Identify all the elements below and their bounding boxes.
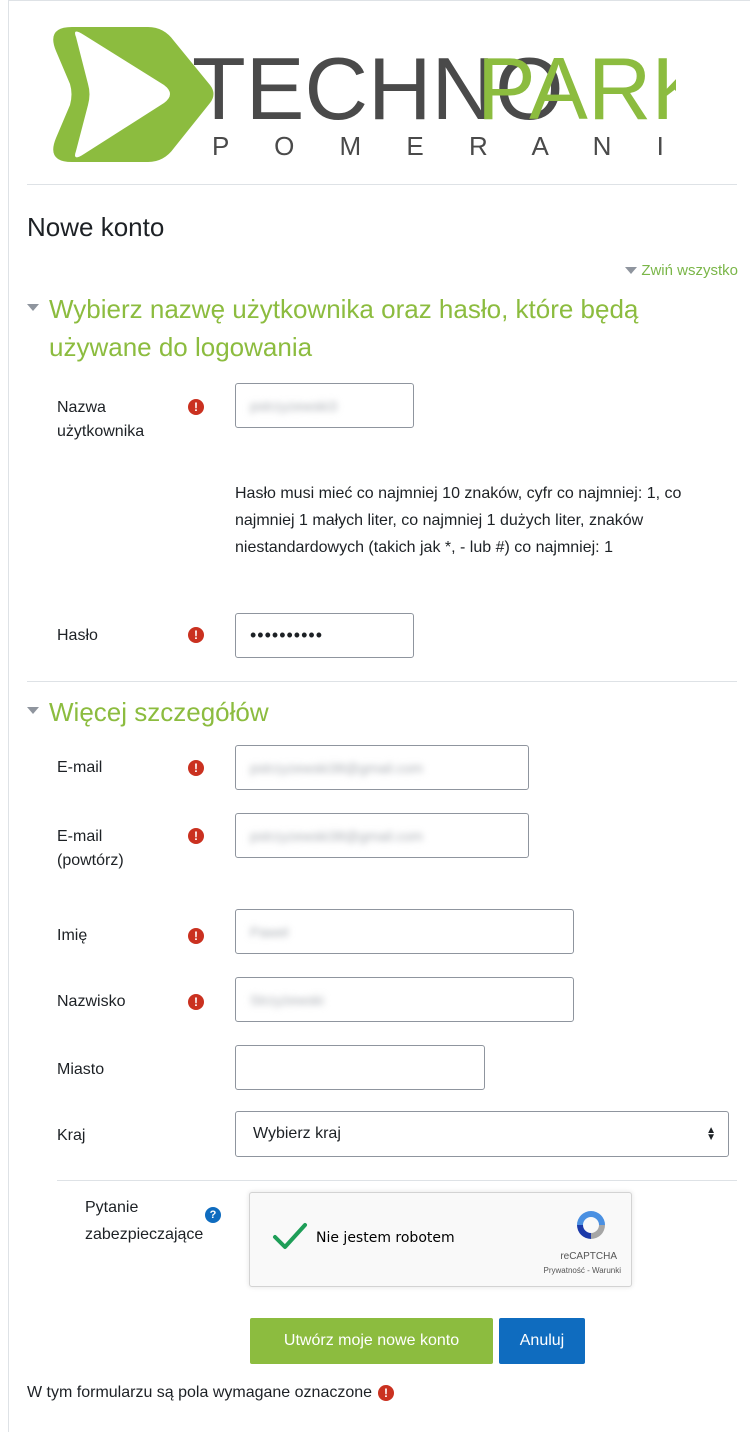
- email-repeat-label: E-mail (powtórz): [57, 828, 124, 869]
- firstname-value: Paweł: [250, 923, 289, 940]
- email-value: pstrzyzewski38@gmail.com: [250, 759, 423, 776]
- password-input[interactable]: ••••••••••: [235, 613, 414, 658]
- country-label: Kraj: [57, 1127, 86, 1144]
- recaptcha-widget: Nie jestem robotem reCAPTCHA Prywatność …: [249, 1192, 632, 1287]
- username-label: Nazwa użytkownika: [57, 399, 145, 440]
- page-title: Nowe konto: [27, 212, 165, 242]
- section-divider: [27, 681, 737, 682]
- email-label: E-mail: [57, 759, 103, 776]
- create-account-button[interactable]: Utwórz moje nowe konto: [250, 1318, 493, 1364]
- username-input[interactable]: pstrzyzewski3: [235, 383, 414, 428]
- country-select[interactable]: Wybierz kraj ▲ ▼: [235, 1111, 729, 1157]
- email-repeat-input[interactable]: pstrzyzewski38@gmail.com: [235, 813, 529, 858]
- section-divider: [57, 1180, 737, 1181]
- section-title-details: Więcej szczegółów: [49, 697, 269, 727]
- required-icon: !: [188, 928, 204, 944]
- recaptcha-checkbox[interactable]: [272, 1221, 308, 1251]
- footnote-text: W tym formularzu są pola wymagane oznacz…: [27, 1384, 373, 1401]
- city-label: Miasto: [57, 1061, 105, 1078]
- technopark-logo: TECHNO PARK P O M E R A N I A: [53, 27, 676, 162]
- help-icon[interactable]: ?: [205, 1207, 221, 1223]
- caret-down-icon: [625, 267, 638, 274]
- required-icon: !: [188, 994, 204, 1010]
- collapse-all-label: Zwiń wszystko: [641, 262, 738, 279]
- required-icon: !: [188, 828, 204, 844]
- caret-down-icon: [27, 304, 39, 311]
- email-repeat-value: pstrzyzewski38@gmail.com: [250, 827, 423, 844]
- country-selected-value: Wybierz kraj: [253, 1125, 341, 1142]
- required-icon: !: [378, 1385, 395, 1401]
- recaptcha-label: Nie jestem robotem: [316, 1230, 455, 1246]
- lastname-input[interactable]: Strzyżewski: [235, 977, 574, 1022]
- password-value: ••••••••••: [250, 625, 324, 645]
- header-divider: [27, 184, 737, 185]
- lastname-value: Strzyżewski: [250, 991, 324, 1008]
- password-label: Hasło: [57, 627, 98, 644]
- section-toggle-login[interactable]: Wybierz nazwę użytkownika oraz hasło, kt…: [27, 290, 727, 366]
- email-input[interactable]: pstrzyzewski38@gmail.com: [235, 745, 529, 790]
- required-footnote: W tym formularzu są pola wymagane oznacz…: [27, 1381, 395, 1405]
- select-arrows-icon: ▲ ▼: [706, 1125, 716, 1143]
- cancel-button[interactable]: Anuluj: [499, 1318, 585, 1364]
- collapse-all-link[interactable]: Zwiń wszystko: [625, 262, 738, 279]
- section-toggle-details[interactable]: Więcej szczegółów: [27, 693, 269, 731]
- password-hint: Hasło musi mieć co najmniej 10 znaków, c…: [235, 485, 682, 556]
- recaptcha-logo-icon: [577, 1211, 605, 1239]
- username-value: pstrzyzewski3: [250, 397, 338, 414]
- required-icon: !: [188, 399, 204, 415]
- lastname-label: Nazwisko: [57, 993, 126, 1010]
- required-icon: !: [188, 627, 204, 643]
- logo-subtitle: P O M E R A N I A: [212, 131, 676, 161]
- firstname-label: Imię: [57, 927, 88, 944]
- recaptcha-brand: reCAPTCHA: [560, 1251, 617, 1262]
- section-title-login: Wybierz nazwę użytkownika oraz hasło, kt…: [49, 294, 639, 362]
- logo-word-green: PARK: [477, 39, 676, 138]
- city-input[interactable]: [235, 1045, 485, 1090]
- required-icon: !: [188, 760, 204, 776]
- recaptcha-links[interactable]: Prywatność - Warunki: [544, 1266, 622, 1275]
- security-label: Pytanie zabezpieczające: [85, 1199, 204, 1243]
- caret-down-icon: [27, 707, 39, 714]
- firstname-input[interactable]: Paweł: [235, 909, 574, 954]
